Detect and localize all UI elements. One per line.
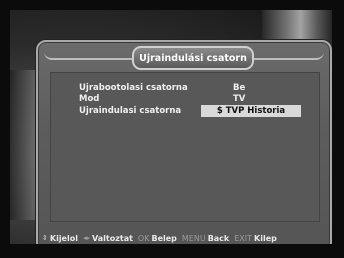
help-bar: ⇕ Kijelol ◂▸ Valtoztat OK Belep MENU Bac… — [38, 230, 332, 244]
left-right-arrows-icon: ◂▸ — [82, 234, 90, 242]
exit-key-label: EXIT — [234, 233, 253, 243]
setting-value[interactable]: Be — [233, 83, 245, 93]
help-ok: OK Belep — [138, 234, 177, 243]
help-exit: EXIT Kilep — [234, 234, 277, 243]
help-select-label: Kijelol — [49, 233, 78, 243]
help-menu: MENU Back — [182, 234, 229, 243]
help-menu-label: Back — [207, 233, 230, 243]
ok-key-label: OK — [137, 233, 150, 243]
up-down-arrows-icon: ⇕ — [42, 234, 48, 242]
menu-title: Ujraindulási csatorn — [132, 46, 254, 70]
menu-panel: Ujraindulási csatorn Ujrabootolasi csato… — [36, 40, 332, 244]
help-exit-label: Kilep — [254, 233, 277, 243]
tv-screen: Ujraindulási csatorn Ujrabootolasi csato… — [10, 10, 332, 244]
setting-label: Ujraindulasi csatorna — [79, 106, 182, 116]
setting-value[interactable]: TV — [233, 94, 245, 104]
settings-list: Ujrabootolasi csatorna Be Mod TV Ujraind… — [50, 72, 320, 222]
help-ok-label: Belep — [151, 233, 177, 243]
setting-row-startup-channel[interactable]: Ujraindulasi csatorna $ TVP Historia — [51, 105, 319, 118]
help-change: ◂▸ Valtoztat — [83, 234, 133, 243]
menu-key-label: MENU — [181, 233, 206, 243]
setting-label: Ujrabootolasi csatorna — [79, 83, 188, 93]
help-change-label: Valtoztat — [92, 233, 133, 243]
setting-label: Mod — [79, 94, 100, 104]
help-select: ⇕ Kijelol — [42, 234, 78, 243]
setting-value-selected[interactable]: $ TVP Historia — [201, 105, 301, 117]
